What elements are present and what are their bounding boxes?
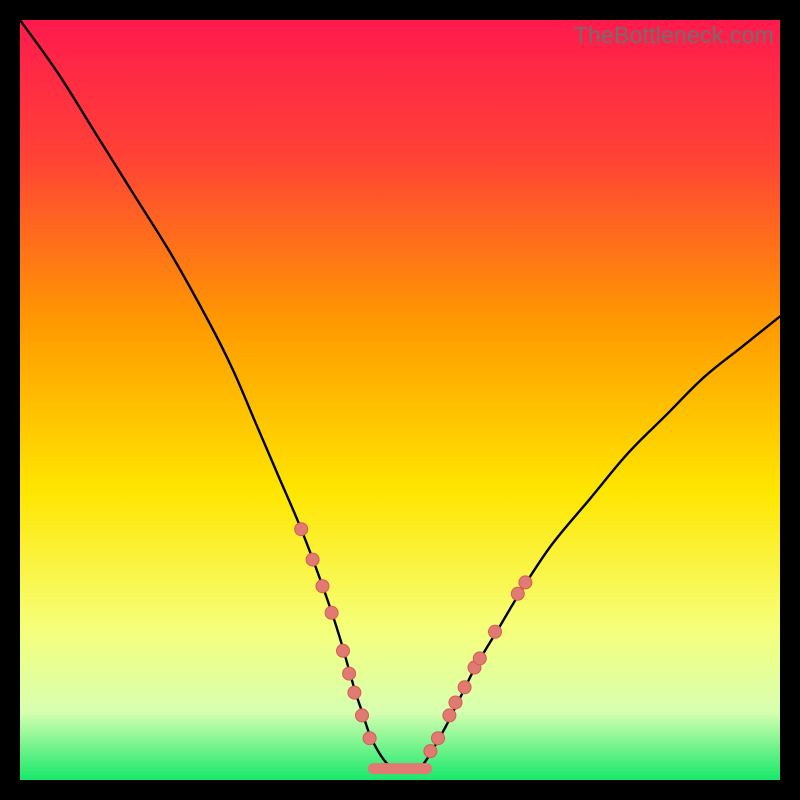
curve-marker xyxy=(458,681,471,694)
curve-marker xyxy=(489,625,502,638)
curve-marker xyxy=(519,576,532,589)
curve-marker xyxy=(343,667,356,680)
curve-marker xyxy=(449,696,462,709)
gradient-background xyxy=(20,20,780,780)
curve-marker xyxy=(348,686,361,699)
curve-marker xyxy=(511,587,524,600)
curve-marker xyxy=(473,652,486,665)
curve-marker xyxy=(443,709,456,722)
curve-marker xyxy=(356,709,369,722)
curve-marker xyxy=(316,580,329,593)
curve-marker xyxy=(337,644,350,657)
curve-marker xyxy=(295,523,308,536)
curve-marker xyxy=(325,606,338,619)
bottleneck-chart xyxy=(20,20,780,780)
curve-marker xyxy=(306,553,319,566)
watermark-text: TheBottleneck.com xyxy=(574,22,774,49)
curve-marker xyxy=(432,732,445,745)
curve-marker xyxy=(363,732,376,745)
chart-frame: TheBottleneck.com xyxy=(20,20,780,780)
curve-marker xyxy=(424,745,437,758)
